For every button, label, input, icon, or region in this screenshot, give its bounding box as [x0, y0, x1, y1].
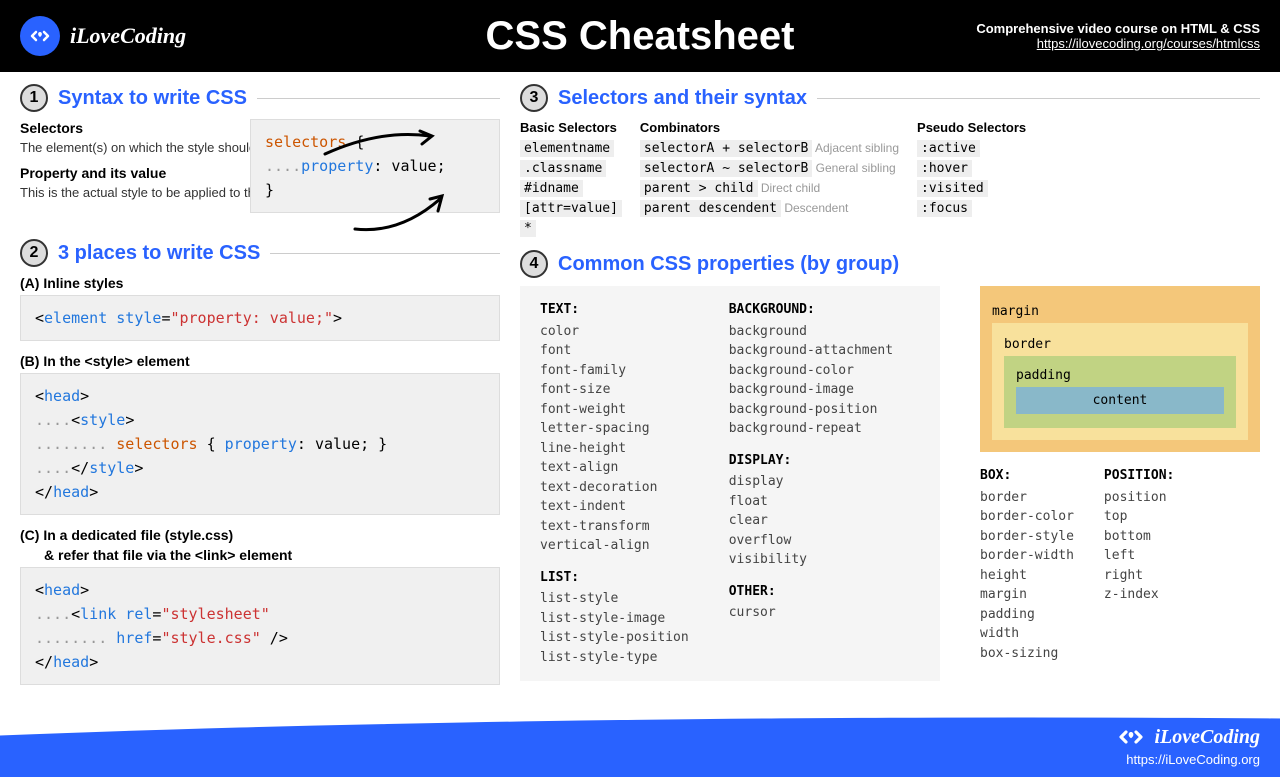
- footer: iLoveCoding https://iLoveCoding.org: [1116, 722, 1260, 767]
- section-number-1: 1: [20, 84, 48, 112]
- logo-icon: [20, 16, 60, 56]
- section-3-title: Selectors and their syntax: [558, 87, 807, 110]
- inline-title: (A) Inline styles: [20, 275, 123, 291]
- prop-item: float: [729, 492, 893, 512]
- style-elem-title: (B) In the <style> element: [20, 353, 190, 369]
- prop-item: list-style: [540, 589, 689, 609]
- section-syntax: 1 Syntax to write CSS Selectors The elem…: [20, 84, 500, 239]
- prop-item: text-transform: [540, 517, 689, 537]
- prop-item: height: [980, 566, 1074, 586]
- prop-item: border-width: [980, 546, 1074, 566]
- prop-item: overflow: [729, 531, 893, 551]
- section-number-3: 3: [520, 84, 548, 112]
- selector-tag: parent > child: [640, 180, 758, 197]
- section-2-title: 3 places to write CSS: [58, 242, 260, 265]
- prop-item: line-height: [540, 439, 689, 459]
- section-properties: 4 Common CSS properties (by group) TEXT:…: [520, 250, 1260, 681]
- prop-item: letter-spacing: [540, 419, 689, 439]
- prop-item: position: [1104, 488, 1174, 508]
- prop-item: list-style-type: [540, 648, 689, 668]
- prop-item: border-color: [980, 507, 1074, 527]
- section-number-2: 2: [20, 239, 48, 267]
- prop-item: margin: [980, 585, 1074, 605]
- prop-item: text-decoration: [540, 478, 689, 498]
- prop-item: border-style: [980, 527, 1074, 547]
- selector-tag: .classname: [520, 160, 606, 177]
- selector-tag: #idname: [520, 180, 583, 197]
- arrow-icon: [320, 124, 440, 164]
- section-1-title: Syntax to write CSS: [58, 87, 247, 110]
- footer-url[interactable]: https://iLoveCoding.org: [1116, 752, 1260, 767]
- selector-tag: selectorA + selectorB: [640, 140, 812, 157]
- section-selectors: 3 Selectors and their syntax Basic Selec…: [520, 84, 1260, 240]
- logo: iLoveCoding: [20, 16, 186, 56]
- header-subtitle: Comprehensive video course on HTML & CSS: [976, 21, 1260, 36]
- prop-item: padding: [980, 605, 1074, 625]
- page-title: CSS Cheatsheet: [486, 14, 795, 59]
- section-places: 2 3 places to write CSS (A) Inline style…: [20, 239, 500, 685]
- selector-tag: parent descendent: [640, 200, 781, 217]
- selector-tag: elementname: [520, 140, 614, 157]
- selector-tag: :focus: [917, 200, 972, 217]
- prop-item: background-color: [729, 361, 893, 381]
- link-code: <head> ....<link rel="stylesheet" ......…: [20, 567, 500, 685]
- prop-item: z-index: [1104, 585, 1174, 605]
- inline-code: <element style="property: value;">: [20, 295, 500, 341]
- selector-tag: selectorA ~ selectorB: [640, 160, 812, 177]
- prop-item: border: [980, 488, 1074, 508]
- prop-item: text-indent: [540, 497, 689, 517]
- prop-item: top: [1104, 507, 1174, 527]
- file-sub: & refer that file via the <link> element: [44, 547, 292, 563]
- prop-item: font-size: [540, 380, 689, 400]
- prop-columns: TEXT: colorfontfont-familyfont-sizefont-…: [520, 286, 940, 681]
- section-number-4: 4: [520, 250, 548, 278]
- header-url[interactable]: https://ilovecoding.org/courses/htmlcss: [976, 36, 1260, 51]
- selector-tag: :hover: [917, 160, 972, 177]
- prop-item: right: [1104, 566, 1174, 586]
- selectors-heading: Selectors: [20, 120, 83, 136]
- logo-icon: [1116, 722, 1146, 752]
- prop-item: left: [1104, 546, 1174, 566]
- prop-item: list-style-position: [540, 628, 689, 648]
- prop-item: bottom: [1104, 527, 1174, 547]
- prop-item: font: [540, 341, 689, 361]
- brand-text: iLoveCoding: [70, 23, 186, 49]
- box-model-col: margin border padding content BOX:: [980, 286, 1260, 681]
- prop-item: text-align: [540, 458, 689, 478]
- prop-item: box-sizing: [980, 644, 1074, 664]
- prop-item: background-position: [729, 400, 893, 420]
- prop-item: background-repeat: [729, 419, 893, 439]
- file-title: (C) In a dedicated file (style.css): [20, 527, 233, 543]
- header-right: Comprehensive video course on HTML & CSS…: [976, 21, 1260, 51]
- basic-selectors-col: Basic Selectors elementname.classname#id…: [520, 120, 622, 240]
- prop-item: visibility: [729, 550, 893, 570]
- selector-tag: *: [520, 220, 536, 237]
- prop-item: cursor: [729, 603, 893, 623]
- prop-item: display: [729, 472, 893, 492]
- prop-item: background: [729, 322, 893, 342]
- prop-item: font-weight: [540, 400, 689, 420]
- selector-tag: :active: [917, 140, 980, 157]
- prop-item: width: [980, 624, 1074, 644]
- pseudo-col: Pseudo Selectors :active:hover:visited:f…: [917, 120, 1026, 240]
- property-heading: Property and its value: [20, 165, 166, 181]
- style-elem-code: <head> ....<style> ........ selectors { …: [20, 373, 500, 515]
- prop-item: background-image: [729, 380, 893, 400]
- arrow-icon: [350, 189, 450, 239]
- prop-item: background-attachment: [729, 341, 893, 361]
- box-model-diagram: margin border padding content: [980, 286, 1260, 452]
- prop-item: vertical-align: [540, 536, 689, 556]
- prop-item: font-family: [540, 361, 689, 381]
- header: iLoveCoding CSS Cheatsheet Comprehensive…: [0, 0, 1280, 72]
- footer-wave: [0, 692, 1280, 777]
- prop-item: list-style-image: [540, 609, 689, 629]
- combinators-col: Combinators selectorA + selectorB Adjace…: [640, 120, 899, 240]
- selector-tag: :visited: [917, 180, 988, 197]
- selector-tag: [attr=value]: [520, 200, 622, 217]
- prop-item: clear: [729, 511, 893, 531]
- section-4-title: Common CSS properties (by group): [558, 253, 899, 276]
- prop-item: color: [540, 322, 689, 342]
